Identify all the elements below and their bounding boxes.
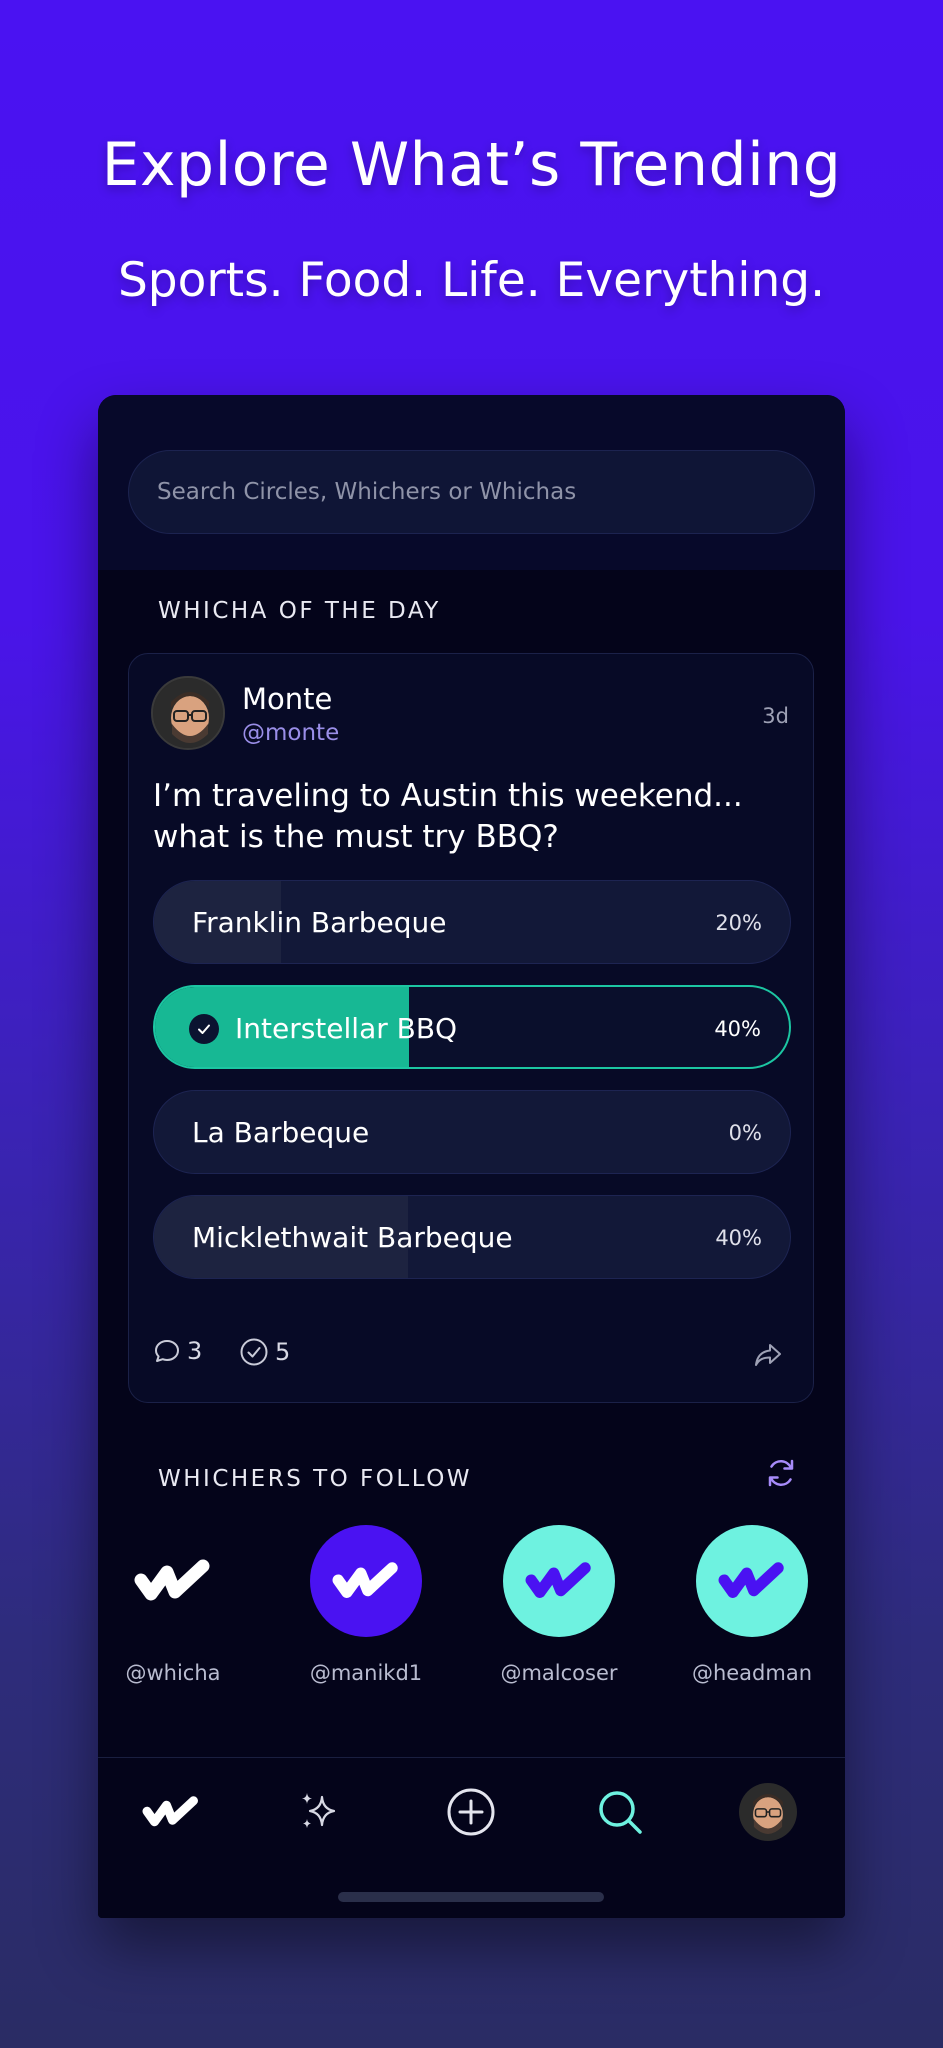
comment-icon <box>155 1340 179 1362</box>
user-avatar-logo-icon[interactable] <box>503 1525 615 1637</box>
follow-handle: @whicha <box>125 1661 221 1685</box>
memoji-avatar-icon <box>739 1783 797 1841</box>
poll-option-label: Interstellar BBQ <box>235 1012 458 1045</box>
user-avatar-logo-icon[interactable] <box>310 1525 422 1637</box>
follow-suggestion[interactable]: @headman <box>677 1525 827 1685</box>
poll-option-percent: 40% <box>715 1226 762 1250</box>
search-header <box>98 395 845 570</box>
poll-option[interactable]: Franklin Barbeque 20% <box>153 880 791 964</box>
follow-handle: @manikd1 <box>309 1661 423 1685</box>
checkmark-icon <box>189 1014 219 1044</box>
poll-question: I’m traveling to Austin this weekend... … <box>153 778 743 855</box>
plus-circle-icon[interactable] <box>441 1782 501 1842</box>
search-icon[interactable] <box>590 1782 650 1842</box>
hero-title: Explore What’s Trending <box>101 130 842 200</box>
profile-avatar[interactable] <box>738 1782 798 1842</box>
home-indicator <box>338 1892 604 1902</box>
share-icon[interactable] <box>753 1342 783 1372</box>
poll-option-percent: 0% <box>728 1121 762 1145</box>
follow-suggestion[interactable]: @malcoser <box>484 1525 634 1685</box>
poll-option-label: Franklin Barbeque <box>192 906 447 939</box>
votes-button[interactable]: 5 <box>239 1337 290 1367</box>
poll-option-selected[interactable]: Interstellar BBQ 40% <box>153 985 791 1069</box>
comments-count: 3 <box>187 1337 203 1365</box>
whichers-to-follow-title: WHICHERS TO FOLLOW <box>158 1466 473 1492</box>
comments-button[interactable]: 3 <box>153 1337 202 1365</box>
avatar[interactable] <box>151 676 225 750</box>
post-timestamp: 3d <box>762 704 789 728</box>
poll-option-label: La Barbeque <box>192 1116 370 1149</box>
sparkles-icon[interactable] <box>289 1782 349 1842</box>
whicha-card[interactable]: Monte @monte 3d I’m traveling to Austin … <box>128 653 814 1403</box>
home-icon[interactable] <box>141 1782 201 1842</box>
whicha-of-the-day-title: WHICHA OF THE DAY <box>158 598 441 624</box>
follow-handle: @headman <box>691 1661 813 1685</box>
poll-option-percent: 20% <box>715 911 762 935</box>
poll-option-percent: 40% <box>714 1017 761 1041</box>
votes-count: 5 <box>275 1338 291 1366</box>
phone-screen: WHICHA OF THE DAY Monte @monte 3d I’m tr… <box>98 395 845 1918</box>
search-bar[interactable] <box>128 450 815 534</box>
follow-suggestion[interactable]: @whicha <box>98 1525 248 1685</box>
author-handle[interactable]: @monte <box>242 720 339 746</box>
poll-option[interactable]: Micklethwait Barbeque 40% <box>153 1195 791 1279</box>
vote-check-icon <box>240 1338 268 1366</box>
refresh-icon[interactable] <box>763 1455 799 1495</box>
poll-option-label: Micklethwait Barbeque <box>192 1221 513 1254</box>
search-input[interactable] <box>157 479 814 505</box>
poll-option[interactable]: La Barbeque 0% <box>153 1090 791 1174</box>
whicha-logo-icon[interactable] <box>117 1525 229 1637</box>
memoji-avatar-icon <box>153 678 223 748</box>
user-avatar-logo-icon[interactable] <box>696 1525 808 1637</box>
follow-suggestion[interactable]: @manikd1 <box>291 1525 441 1685</box>
hero-subtitle: Sports. Food. Life. Everything. <box>117 253 826 308</box>
follow-handle: @malcoser <box>500 1661 618 1685</box>
author-name[interactable]: Monte <box>242 682 332 716</box>
